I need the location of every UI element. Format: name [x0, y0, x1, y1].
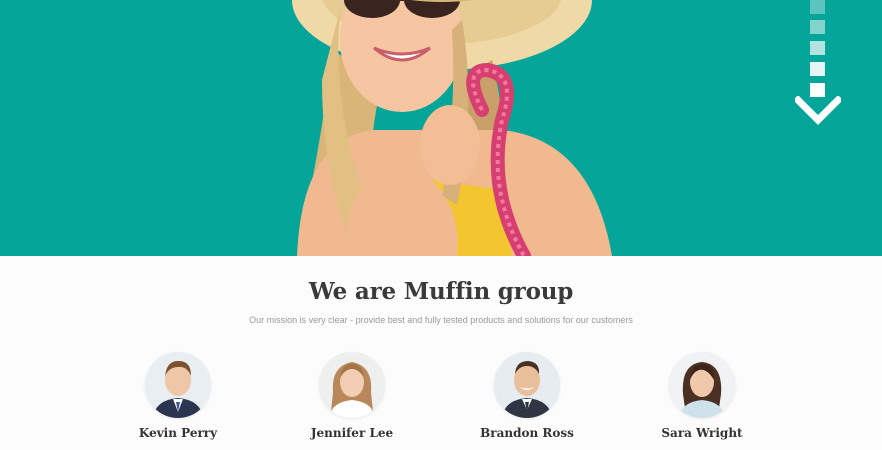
avatar[interactable]	[319, 352, 385, 418]
hero-section	[0, 0, 882, 256]
team-member-card[interactable]: Brandon Ross	[452, 352, 602, 450]
team-member-name: Brandon Ross	[480, 426, 574, 440]
avatar[interactable]	[145, 352, 211, 418]
page-title: We are Muffin group	[308, 278, 574, 305]
team-member-name: Sara Wright	[661, 426, 743, 440]
team-member-card[interactable]: Sara Wright	[627, 352, 777, 450]
team-member-name: Jennifer Lee	[310, 426, 394, 440]
hero-woman-image	[292, 0, 612, 256]
avatar[interactable]	[669, 352, 735, 418]
avatar[interactable]	[494, 352, 560, 418]
team-member-card[interactable]: Jennifer Lee	[277, 352, 427, 450]
team-member-name: Kevin Perry	[138, 426, 218, 440]
scroll-down-arrow-icon[interactable]	[795, 0, 841, 126]
team-member-card[interactable]: Kevin Perry	[103, 352, 253, 450]
mission-text: Our mission is very clear - provide best…	[249, 315, 633, 325]
about-section: We are Muffin group Our mission is very …	[0, 256, 882, 450]
